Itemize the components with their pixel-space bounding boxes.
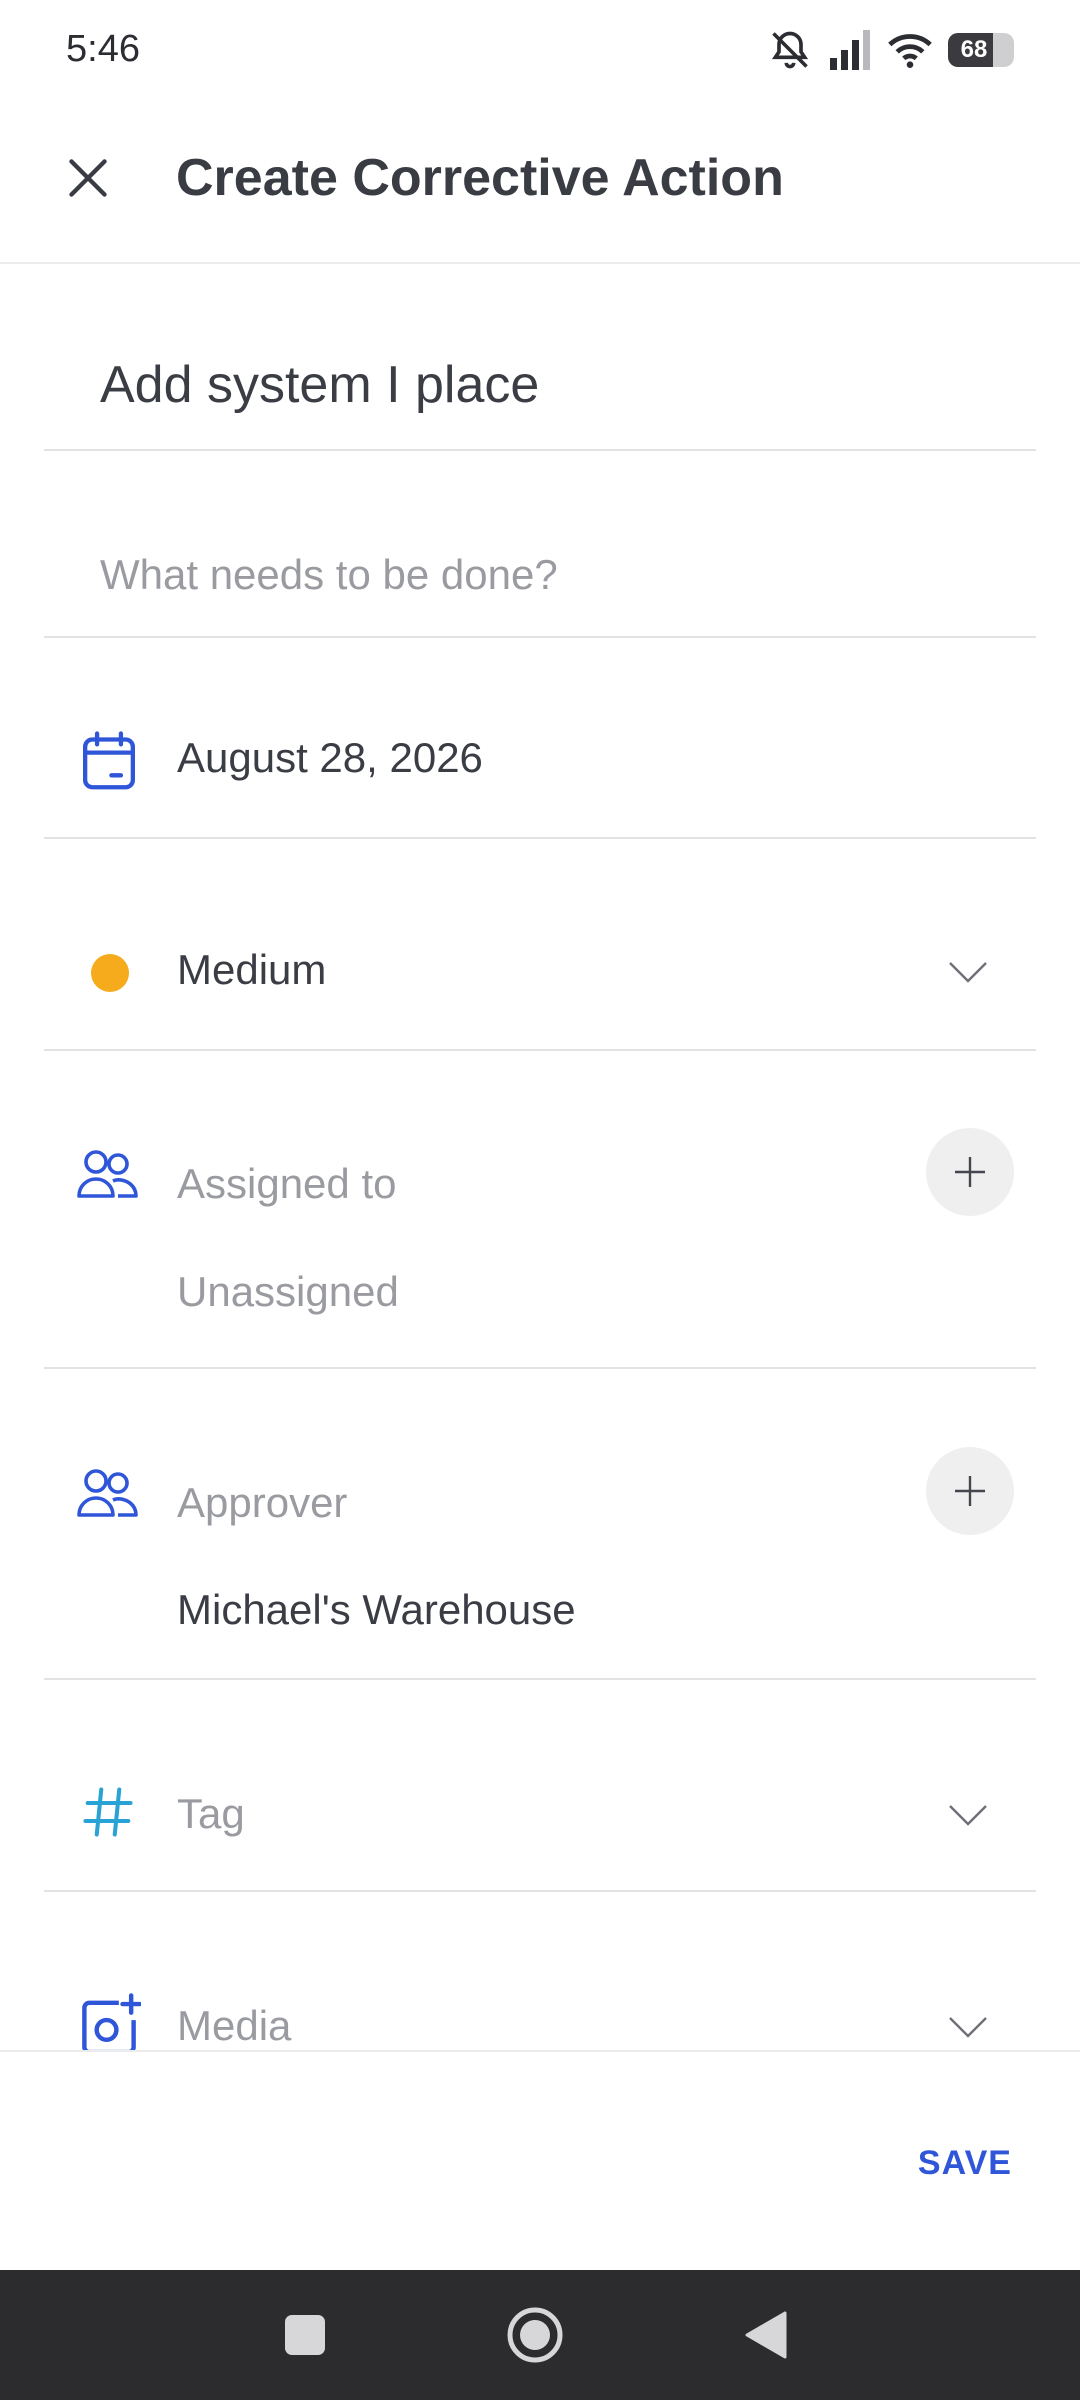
signal-icon (830, 30, 870, 70)
divider (44, 1678, 1036, 1680)
approver-value: Michael's Warehouse (177, 1586, 576, 1633)
square-icon (285, 2315, 325, 2355)
divider (44, 1890, 1036, 1892)
divider (44, 837, 1036, 839)
assigned-to-value: Unassigned (177, 1268, 399, 1315)
hashtag-icon (80, 1784, 136, 1840)
chevron-down-icon (946, 1800, 990, 1830)
priority-value: Medium (177, 946, 327, 993)
status-icons: 68 (768, 26, 1014, 74)
calendar-icon (76, 728, 142, 794)
circle-icon (507, 2307, 563, 2363)
battery-level: 68 (960, 36, 988, 63)
bell-muted-icon (771, 31, 809, 69)
assigned-to-label: Assigned to (177, 1160, 397, 1207)
status-time: 5:46 (66, 28, 140, 70)
media-label: Media (177, 2002, 292, 2049)
save-button[interactable]: SAVE (918, 2144, 1012, 2183)
priority-dot-icon (90, 953, 130, 993)
system-nav-bar (0, 2270, 1080, 2400)
battery-icon: 68 (948, 33, 1014, 67)
chevron-down-icon (946, 2012, 990, 2042)
divider (44, 1049, 1036, 1051)
divider (44, 636, 1036, 638)
recents-button[interactable] (270, 2300, 340, 2370)
back-button[interactable] (730, 2300, 800, 2370)
due-date-value: August 28, 2026 (177, 734, 483, 781)
back-triangle-icon (745, 2311, 787, 2359)
title-field[interactable]: Add system I place (100, 355, 539, 415)
plus-icon (955, 1157, 985, 1187)
users-icon (76, 1465, 142, 1521)
users-icon (76, 1146, 142, 1202)
chevron-down-icon (946, 957, 990, 987)
status-bar: 5:46 68 (0, 0, 1080, 100)
description-input[interactable] (100, 540, 980, 610)
close-icon (69, 159, 107, 197)
close-button[interactable] (56, 146, 120, 210)
divider (44, 449, 1036, 451)
tag-label: Tag (177, 1790, 245, 1837)
add-approver-button[interactable] (926, 1447, 1014, 1535)
approver-label: Approver (177, 1479, 348, 1526)
divider (44, 1367, 1036, 1369)
action-bar: SAVE (0, 2050, 1080, 2270)
page-title: Create Corrective Action (176, 149, 784, 207)
wifi-icon (888, 34, 932, 68)
add-photo-icon (76, 1992, 142, 2058)
plus-icon (955, 1476, 985, 1506)
add-assignee-button[interactable] (926, 1128, 1014, 1216)
home-button[interactable] (500, 2300, 570, 2370)
app-header: Create Corrective Action (0, 100, 1080, 264)
